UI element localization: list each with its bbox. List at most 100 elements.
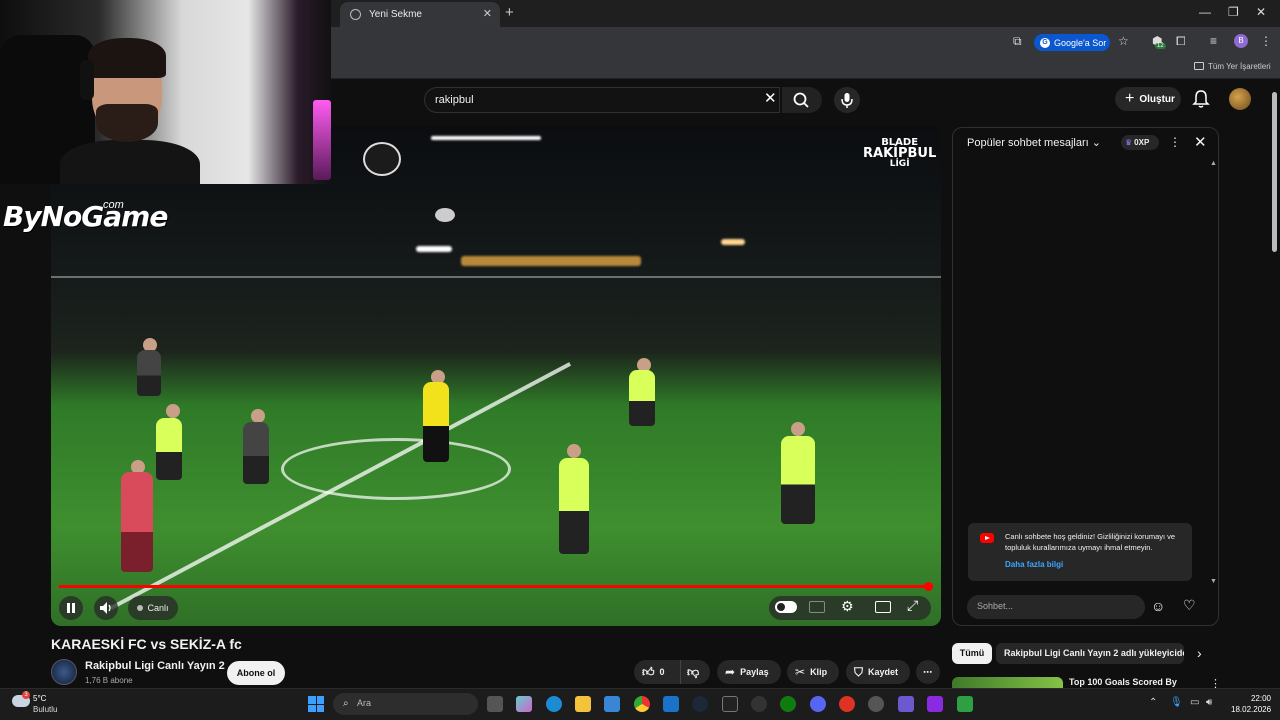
pause-button[interactable] <box>59 596 83 620</box>
weather-badge: 3 <box>22 691 30 699</box>
ball <box>435 208 455 222</box>
chat-scroll-down-icon[interactable]: ▼ <box>1210 578 1217 585</box>
browser-tab[interactable]: Yeni Sekme ✕ <box>340 2 500 27</box>
volume-icon <box>100 602 111 614</box>
chat-input[interactable]: Sohbet... <box>967 595 1145 619</box>
weather-condition[interactable]: Bulutlu <box>33 705 57 714</box>
channel-name[interactable]: Rakipbul Ligi Canlı Yayın 2 <box>85 660 225 672</box>
tray-overflow-icon[interactable]: ⌃ <box>1149 697 1157 708</box>
bookmark-star-icon[interactable]: ☆ <box>1118 34 1129 48</box>
temperature[interactable]: 5°C <box>33 694 46 703</box>
notifications-button[interactable] <box>1192 89 1210 114</box>
stadium-light <box>431 136 541 140</box>
emoji-icon[interactable]: ☺ <box>1151 598 1165 614</box>
xp-badge[interactable]: ♛ 0XP <box>1121 135 1159 150</box>
browser-menu-icon[interactable]: ⋮ <box>1260 34 1272 48</box>
chat-close-icon[interactable]: ✕ <box>1194 133 1207 151</box>
theater-mode-icon[interactable] <box>875 601 891 613</box>
google-ask-button[interactable]: G Google'a Sor <box>1034 34 1110 51</box>
progress-bar[interactable] <box>59 585 931 588</box>
account-avatar[interactable] <box>1229 88 1251 110</box>
autoplay-toggle[interactable] <box>775 601 797 613</box>
speaker-icon[interactable]: 🔊︎ <box>1206 697 1212 708</box>
epic-games-icon[interactable] <box>722 696 738 712</box>
valorant-icon[interactable] <box>839 696 855 712</box>
player <box>121 472 153 572</box>
minimize-button[interactable]: — <box>1199 5 1211 19</box>
player-head <box>166 404 180 418</box>
taskbar-clock[interactable]: 22:00 18.02.2026 <box>1231 693 1271 715</box>
mail-icon[interactable] <box>663 696 679 712</box>
save-label: Kaydet <box>868 667 899 677</box>
windows-start-icon[interactable] <box>308 696 324 712</box>
clip-label: Klip <box>810 667 828 677</box>
install-app-icon[interactable]: ⧉ <box>1013 34 1022 49</box>
chip-uploader[interactable]: Rakipbul Ligi Canlı Yayın 2 adlı yükleyi… <box>996 643 1184 664</box>
player-head <box>791 422 805 436</box>
share-button[interactable]: ➦ Paylaş <box>717 660 781 684</box>
search-button[interactable] <box>782 87 822 113</box>
voice-search-button[interactable] <box>834 87 860 113</box>
mute-button[interactable] <box>94 596 118 620</box>
video-player[interactable]: BLADE RAKİPBUL LİGİ Canlı ⚙ ⤢ <box>51 126 941 626</box>
copilot-icon[interactable] <box>516 696 532 712</box>
new-tab-button[interactable]: + <box>505 4 514 21</box>
crown-icon: ♛ <box>1125 138 1133 147</box>
speedometer-icon[interactable] <box>751 696 767 712</box>
share-label: Paylaş <box>740 667 769 677</box>
tab-close-icon[interactable]: ✕ <box>483 7 492 20</box>
clip-button[interactable]: ✂ Klip <box>787 660 839 684</box>
create-button[interactable]: + Oluştur <box>1115 87 1181 111</box>
live-badge[interactable]: Canlı <box>128 596 178 620</box>
dislike-button[interactable]: 👎︎ <box>680 660 710 684</box>
edge-icon[interactable] <box>546 696 562 712</box>
microphone-tray-icon[interactable]: 🎙︎ <box>1170 697 1183 708</box>
learn-more-link[interactable]: Daha fazla bilgi <box>1005 560 1063 569</box>
profile-avatar[interactable]: B <box>1234 34 1248 48</box>
settings-gear-icon[interactable]: ⚙ <box>841 598 854 615</box>
recommendation-title[interactable]: Top 100 Goals Scored By <box>1069 677 1177 687</box>
discord-icon[interactable] <box>810 696 826 712</box>
chip-all[interactable]: Tümü <box>952 643 992 664</box>
taskbar-search[interactable]: Ara <box>333 693 478 715</box>
channel-avatar[interactable] <box>51 659 77 685</box>
save-button[interactable]: ⛉ Kaydet <box>846 660 910 684</box>
obs-icon[interactable] <box>868 696 884 712</box>
heart-icon[interactable]: ♡ <box>1183 597 1196 614</box>
share-icon: ➦ <box>725 665 736 679</box>
chat-more-icon[interactable]: ⋮ <box>1169 135 1181 149</box>
page-scrollbar[interactable] <box>1272 92 1277 252</box>
chevron-right-icon[interactable]: › <box>1197 645 1202 661</box>
chat-scroll-up-icon[interactable]: ▲ <box>1210 160 1217 167</box>
google-ask-label: Google'a Sor <box>1054 37 1107 48</box>
reading-list-icon[interactable]: ≡ <box>1210 34 1217 48</box>
chrome-icon[interactable] <box>634 696 650 712</box>
chat-mode-label: Popüler sohbet mesajları <box>967 137 1089 149</box>
display-icon[interactable]: ▭ <box>1190 697 1199 708</box>
teams-icon[interactable] <box>898 696 914 712</box>
all-bookmarks-label[interactable]: Tüm Yer İşaretleri <box>1208 62 1271 71</box>
create-label: Oluştur <box>1139 93 1175 105</box>
search-input[interactable]: rakipbul <box>424 87 780 113</box>
subscribe-button[interactable]: Abone ol <box>227 661 285 685</box>
store-icon[interactable] <box>604 696 620 712</box>
more-actions-button[interactable]: ⋯ <box>916 660 940 684</box>
tab-title: Yeni Sekme <box>369 9 422 20</box>
close-window-button[interactable]: ✕ <box>1256 5 1266 19</box>
fullscreen-icon[interactable]: ⤢ <box>907 597 918 614</box>
xbox-icon[interactable] <box>780 696 796 712</box>
app-icon[interactable] <box>957 696 973 712</box>
task-view-icon[interactable] <box>487 696 503 712</box>
steam-icon[interactable] <box>692 696 708 712</box>
player <box>559 458 589 554</box>
progress-scrubber[interactable] <box>924 582 933 591</box>
puzzle-icon[interactable]: ⧠ <box>1176 34 1186 49</box>
chat-mode-dropdown[interactable]: Popüler sohbet mesajları ⌄ <box>967 136 1101 149</box>
recommendation-thumbnail[interactable] <box>952 677 1063 688</box>
clear-search-icon[interactable]: ✕ <box>764 89 777 107</box>
maximize-button[interactable]: ❐ <box>1228 5 1239 19</box>
captions-icon[interactable] <box>809 601 825 613</box>
file-explorer-icon[interactable] <box>575 696 591 712</box>
live-label: Canlı <box>147 603 169 613</box>
next-app-icon[interactable] <box>927 696 943 712</box>
